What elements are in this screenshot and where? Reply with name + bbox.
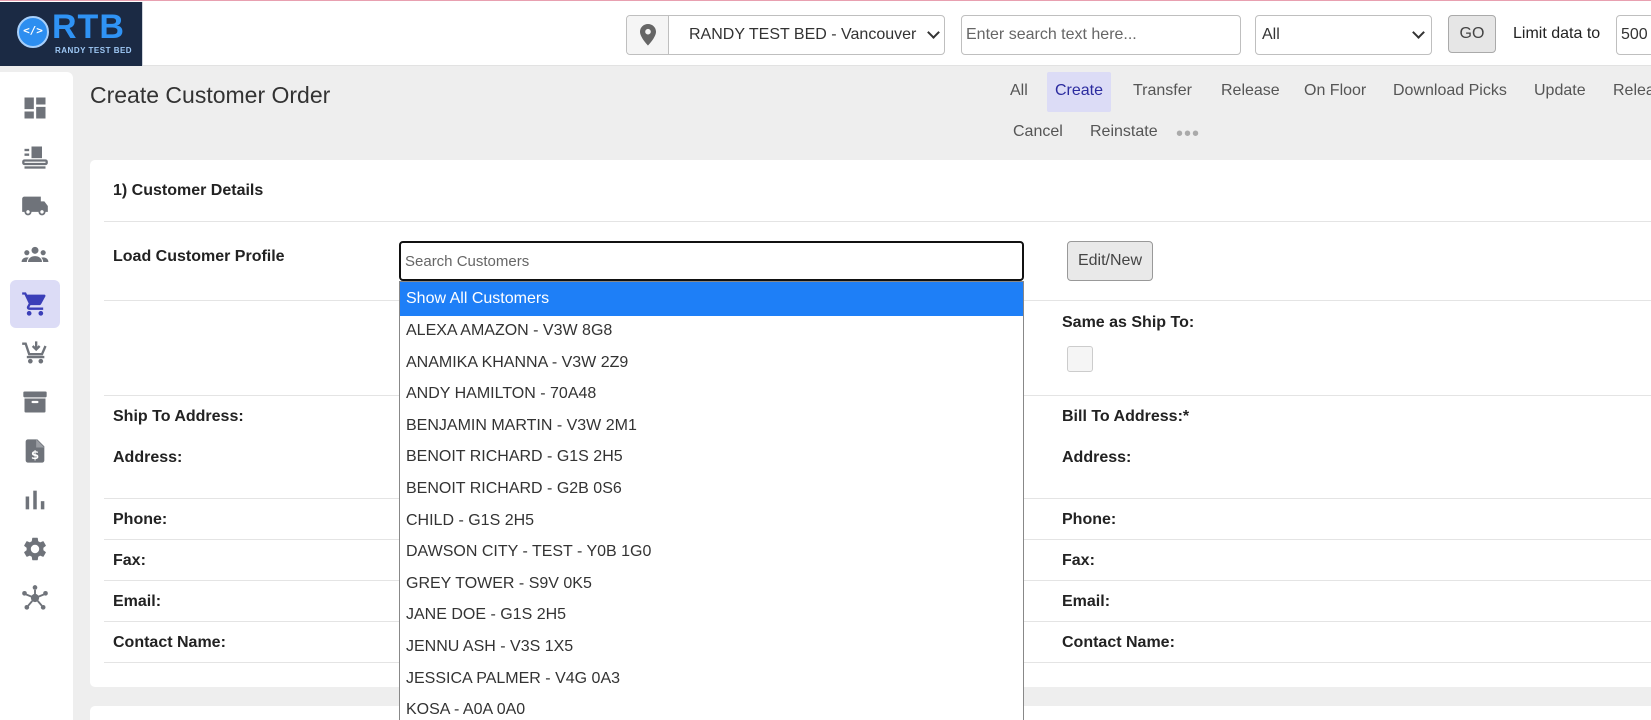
dropdown-item[interactable]: ANDY HAMILTON - 70A48 bbox=[400, 379, 1023, 411]
dropdown-item-show-all[interactable]: Show All Customers bbox=[400, 282, 1023, 316]
gear-icon bbox=[24, 537, 46, 561]
tab-update[interactable]: Update bbox=[1526, 72, 1594, 112]
tab-download-picks[interactable]: Download Picks bbox=[1385, 72, 1515, 112]
tab-create[interactable]: Create bbox=[1047, 72, 1112, 112]
chevron-down-icon bbox=[927, 26, 940, 39]
tab-transfer[interactable]: Transfer bbox=[1125, 72, 1200, 112]
dropdown-item[interactable]: BENOIT RICHARD - G1S 2H5 bbox=[400, 442, 1023, 474]
map-pin-icon bbox=[627, 16, 669, 54]
limit-data-label: Limit data to bbox=[1513, 25, 1601, 42]
sidebar-item-shipping[interactable] bbox=[10, 182, 60, 230]
tab-reinstate[interactable]: Reinstate bbox=[1082, 113, 1166, 153]
limit-data-input[interactable]: 500 bbox=[1616, 15, 1651, 55]
bill-email-label: Email: bbox=[1062, 593, 1111, 610]
logo-text: RTB bbox=[52, 8, 125, 46]
dropdown-item[interactable]: DAWSON CITY - TEST - Y0B 1G0 bbox=[400, 537, 1023, 569]
ship-phone-label: Phone: bbox=[113, 511, 168, 528]
ship-to-label: Ship To Address: bbox=[113, 408, 244, 425]
ship-fax-label: Fax: bbox=[113, 552, 146, 569]
app-logo[interactable]: </> RTB RANDY TEST BED bbox=[0, 2, 143, 66]
invoice-icon: $ bbox=[25, 439, 45, 463]
sidebar-item-invoices[interactable]: $ bbox=[10, 427, 60, 475]
cart-icon bbox=[22, 292, 46, 316]
chevron-down-icon bbox=[1412, 26, 1425, 39]
svg-text:$: $ bbox=[31, 448, 39, 462]
dropdown-item[interactable]: BENOIT RICHARD - G2B 0S6 bbox=[400, 474, 1023, 506]
sidebar: $ bbox=[0, 72, 73, 720]
sidebar-item-receiving[interactable] bbox=[10, 133, 60, 181]
network-icon bbox=[22, 585, 48, 610]
tab-release[interactable]: Release bbox=[1213, 72, 1288, 112]
dropdown-item[interactable]: GREY TOWER - S9V 0K5 bbox=[400, 569, 1023, 601]
ship-contact-label: Contact Name: bbox=[113, 634, 226, 651]
sidebar-item-orders[interactable] bbox=[10, 280, 60, 328]
logo-subtitle: RANDY TEST BED bbox=[55, 46, 133, 55]
dropdown-item[interactable]: JESSICA PALMER - V4G 0A3 bbox=[400, 664, 1023, 696]
sidebar-item-reports[interactable] bbox=[10, 476, 60, 524]
tab-on-floor[interactable]: On Floor bbox=[1296, 72, 1374, 112]
bill-phone-label: Phone: bbox=[1062, 511, 1117, 528]
bill-contact-label: Contact Name: bbox=[1062, 634, 1175, 651]
receiving-icon bbox=[22, 146, 48, 169]
page-title: Create Customer Order bbox=[90, 82, 331, 108]
tab-cancel[interactable]: Cancel bbox=[1005, 113, 1071, 153]
customer-dropdown: Show All Customers ALEXA AMAZON - V3W 8G… bbox=[399, 281, 1024, 720]
truck-icon bbox=[22, 196, 48, 216]
ship-email-label: Email: bbox=[113, 593, 162, 610]
dropdown-item[interactable]: ANAMIKA KHANNA - V3W 2Z9 bbox=[400, 348, 1023, 380]
location-select[interactable]: RANDY TEST BED - Vancouver bbox=[626, 15, 945, 55]
same-as-ship-checkbox[interactable] bbox=[1067, 346, 1093, 372]
search-filter-value: All bbox=[1262, 26, 1280, 43]
bill-fax-label: Fax: bbox=[1062, 552, 1095, 569]
top-bar: </> RTB RANDY TEST BED RANDY TEST BED - … bbox=[0, 0, 1651, 66]
bill-to-label: Bill To Address:* bbox=[1062, 408, 1190, 425]
load-customer-profile-label: Load Customer Profile bbox=[113, 248, 285, 265]
ship-address-label: Address: bbox=[113, 449, 183, 466]
customer-search-input[interactable] bbox=[399, 241, 1024, 281]
section-title: 1) Customer Details bbox=[113, 182, 264, 199]
dropdown-item[interactable]: JENNU ASH - V3S 1X5 bbox=[400, 632, 1023, 664]
sidebar-item-customers[interactable] bbox=[10, 231, 60, 279]
cart-return-icon bbox=[22, 341, 47, 364]
sidebar-item-settings[interactable] bbox=[10, 525, 60, 573]
location-value: RANDY TEST BED - Vancouver bbox=[689, 26, 917, 43]
go-button[interactable]: GO bbox=[1448, 15, 1496, 53]
users-icon bbox=[21, 246, 49, 262]
edit-new-button[interactable]: Edit/New bbox=[1067, 241, 1153, 281]
sidebar-item-integrations[interactable] bbox=[10, 574, 60, 622]
tab-all[interactable]: All bbox=[1002, 72, 1036, 112]
dropdown-item[interactable]: BENJAMIN MARTIN - V3W 2M1 bbox=[400, 411, 1023, 443]
search-filter-select[interactable]: All bbox=[1255, 15, 1432, 55]
divider bbox=[104, 221, 1651, 222]
dropdown-item[interactable]: KOSA - A0A 0A0 bbox=[400, 695, 1023, 720]
dropdown-item[interactable]: CHILD - G1S 2H5 bbox=[400, 506, 1023, 538]
bar-chart-icon bbox=[25, 490, 45, 510]
archive-icon bbox=[23, 391, 47, 413]
more-tabs-icon[interactable]: ••• bbox=[1176, 123, 1200, 146]
bill-address-label: Address: bbox=[1062, 449, 1132, 466]
sidebar-item-returns[interactable] bbox=[10, 329, 60, 377]
sidebar-item-dashboard[interactable] bbox=[10, 84, 60, 132]
dashboard-icon bbox=[24, 97, 46, 119]
code-icon: </> bbox=[17, 16, 49, 48]
global-search-input[interactable] bbox=[961, 15, 1241, 55]
same-as-ship-label: Same as Ship To: bbox=[1062, 314, 1195, 331]
sidebar-item-archive[interactable] bbox=[10, 378, 60, 426]
dropdown-item[interactable]: ALEXA AMAZON - V3W 8G8 bbox=[400, 316, 1023, 348]
dropdown-item[interactable]: JANE DOE - G1S 2H5 bbox=[400, 600, 1023, 632]
tab-release-partial[interactable]: Relea bbox=[1605, 72, 1651, 112]
